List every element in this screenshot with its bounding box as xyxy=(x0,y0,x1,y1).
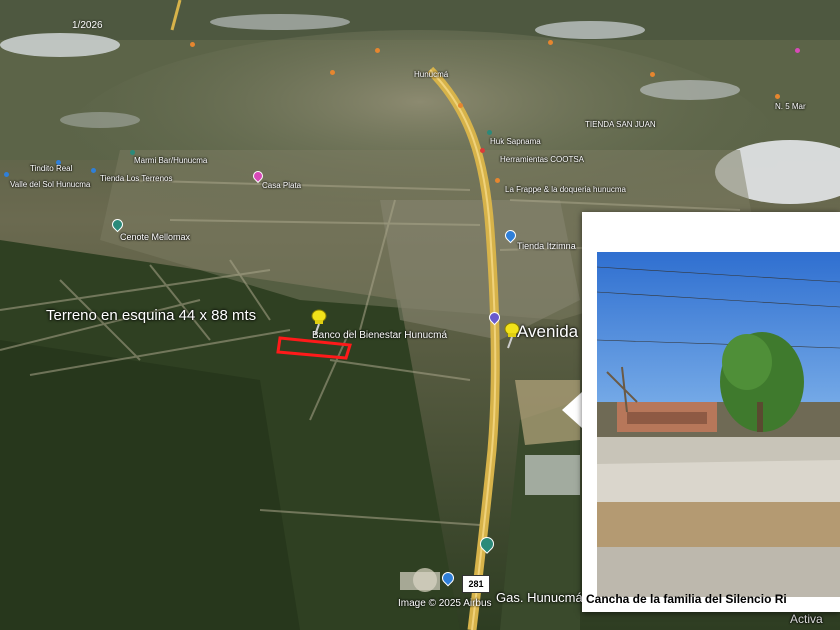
tindito-label: Tindito Real xyxy=(30,164,73,173)
poi-icon[interactable] xyxy=(190,42,195,47)
poi-icon[interactable] xyxy=(4,172,9,177)
nn-label: N. 5 Mar xyxy=(775,102,806,111)
poi-icon[interactable] xyxy=(650,72,655,77)
bank-label: Banco del Bienestar Hunucmá xyxy=(312,330,448,341)
valle-label: Valle del Sol Hunucma xyxy=(10,180,91,189)
activate-windows-text: Activa xyxy=(790,612,823,626)
copyright-label: Image © 2025 Airbus xyxy=(398,598,492,609)
poi-icon[interactable] xyxy=(775,94,780,99)
yellow-pushpin-icon[interactable] xyxy=(501,321,521,349)
avenida-label: Avenida xyxy=(517,322,579,341)
poi-icon[interactable] xyxy=(548,40,553,45)
lafrappe-label: La Frappe & la doqueria hunucma xyxy=(505,185,626,194)
hundpa-label: Huk Sapnama xyxy=(490,137,541,146)
poi-icon[interactable] xyxy=(130,150,135,155)
popup-arrow xyxy=(562,392,582,428)
plot-label: Terreno en esquina 44 x 88 mts xyxy=(46,307,257,324)
casa-label: Casa Plata xyxy=(262,181,302,190)
tienda-label: Tienda Itzimna xyxy=(517,241,576,251)
poi-icon[interactable] xyxy=(375,48,380,53)
street-photo-image xyxy=(597,252,840,597)
yellow-pushpin-icon[interactable] xyxy=(308,308,328,336)
highway-shield: 281 xyxy=(462,575,490,593)
poi-icon[interactable] xyxy=(458,103,463,108)
tienda-san-juan-label: TIENDA SAN JUAN xyxy=(585,120,656,129)
marmi-label: Marmi Bar/Hunucma xyxy=(134,156,208,165)
popup-caption: Cancha de la familia del Silencio Ri xyxy=(586,592,787,606)
poi-icon[interactable] xyxy=(480,148,485,153)
poi-icon[interactable] xyxy=(91,168,96,173)
poi-icon[interactable] xyxy=(330,70,335,75)
poi-icon[interactable] xyxy=(56,160,61,165)
poi-icon[interactable] xyxy=(795,48,800,53)
poi-icon[interactable] xyxy=(495,178,500,183)
tienda-ferr-label: Tienda Los Terrenos xyxy=(100,174,173,183)
poi-icon[interactable] xyxy=(487,130,492,135)
gas-hunucma-label: Gas. Hunucmá xyxy=(496,590,583,605)
town-label: Hunucmá xyxy=(414,70,449,79)
street-photo[interactable] xyxy=(597,252,840,597)
photo-popup[interactable]: Cancha de la familia del Silencio Ri xyxy=(582,212,840,612)
imagery-date: 1/2026 xyxy=(72,20,103,31)
cenote-label: Cenote Mellomax xyxy=(120,232,191,242)
herramientas-label: Herramientas COOTSA xyxy=(500,155,585,164)
